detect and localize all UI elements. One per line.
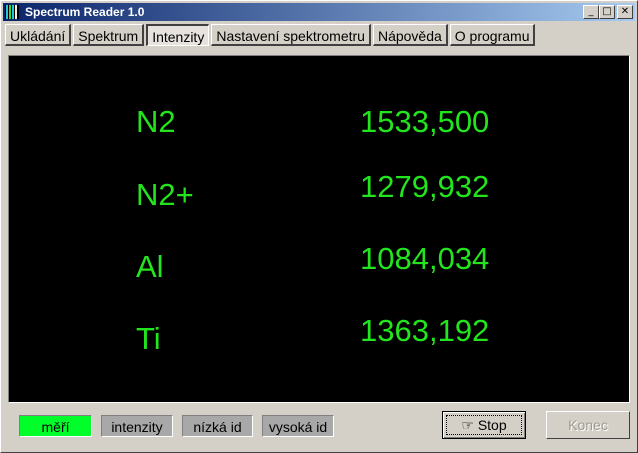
window-title: Spectrum Reader 1.0	[25, 5, 145, 19]
measuring-indicator: měří	[19, 415, 92, 437]
stop-button-label: Stop	[477, 417, 507, 433]
window-controls: _ □ ✕	[583, 5, 633, 19]
tab-napoveda[interactable]: Nápověda	[372, 24, 448, 46]
stop-button[interactable]: ☞ Stop	[442, 411, 526, 439]
intensity-display: N2 1533,500 N2+ 1279,932 Al 1084,034 Ti …	[8, 55, 630, 403]
tab-ukladani[interactable]: Ukládání	[5, 24, 72, 46]
minimize-icon[interactable]: _	[583, 5, 599, 19]
app-window: Spectrum Reader 1.0 _ □ ✕ Ukládání Spekt…	[0, 0, 638, 453]
spectrum-app-icon	[5, 5, 19, 19]
pointing-hand-icon: ☞	[461, 417, 474, 433]
tab-intenzity[interactable]: Intenzity	[146, 24, 210, 46]
tab-spektrum[interactable]: Spektrum	[73, 24, 145, 46]
low-id-indicator: nízká id	[182, 415, 253, 437]
element-value-ti: 1363,192	[360, 313, 490, 348]
element-name-al: Al	[136, 249, 164, 284]
stop-button-focus: ☞ Stop	[446, 415, 522, 435]
element-value-n2plus: 1279,932	[360, 169, 490, 204]
element-value-n2: 1533,500	[360, 104, 490, 139]
title-bar[interactable]: Spectrum Reader 1.0 _ □ ✕	[3, 3, 635, 21]
element-value-al: 1084,034	[360, 241, 490, 276]
element-name-n2: N2	[136, 104, 176, 139]
intensities-indicator: intenzity	[101, 415, 173, 437]
maximize-icon[interactable]: □	[599, 5, 615, 19]
element-name-n2plus: N2+	[136, 177, 194, 212]
tab-bar: Ukládání Spektrum Intenzity Nastavení sp…	[5, 23, 536, 48]
tab-o-programu[interactable]: O programu	[449, 24, 536, 46]
high-id-indicator: vysoká id	[262, 415, 334, 437]
status-indicators: měří intenzity nízká id vysoká id	[19, 415, 334, 437]
element-name-ti: Ti	[136, 321, 161, 356]
end-button[interactable]: Konec	[546, 411, 630, 439]
tab-nastaveni-spektrometru[interactable]: Nastavení spektrometru	[211, 24, 371, 46]
close-icon[interactable]: ✕	[617, 5, 633, 19]
